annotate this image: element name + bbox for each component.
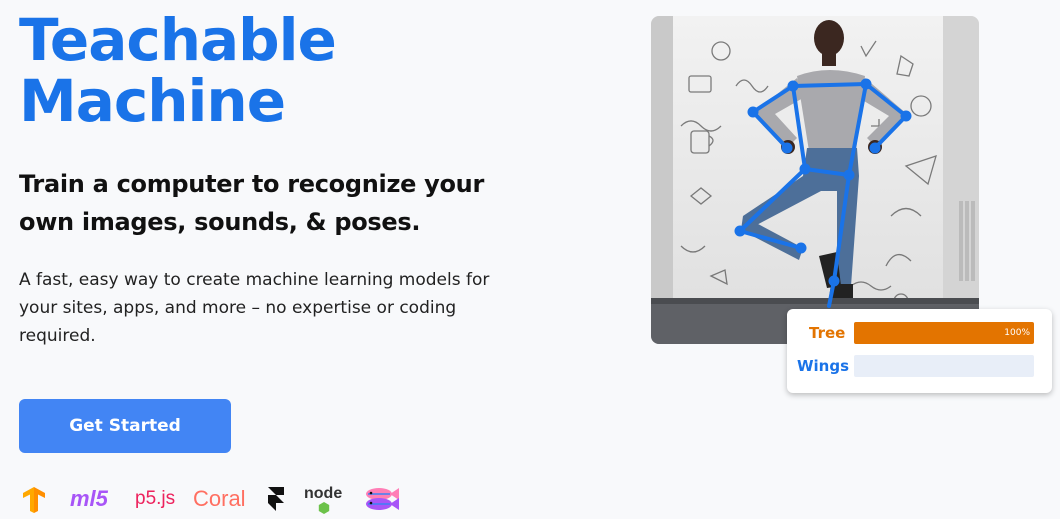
framer-logo-icon[interactable] [268, 483, 284, 515]
prediction-row-tree: Tree 100% [787, 322, 1052, 344]
get-started-button[interactable]: Get Started [19, 399, 231, 453]
prediction-label-tree: Tree [809, 324, 846, 342]
prediction-row-wings: Wings [787, 355, 1052, 377]
ml5-logo-text: ml5 [70, 486, 108, 511]
prediction-bar-tree: 100% [854, 322, 1034, 344]
node-logo-text: node [304, 485, 343, 502]
p5js-logo[interactable]: p5.js [135, 483, 175, 515]
pose-photo [651, 16, 979, 344]
tensorflow-logo-icon[interactable] [22, 483, 46, 515]
prediction-bar-wings [854, 355, 1034, 377]
hero-description: A fast, easy way to create machine learn… [19, 270, 490, 346]
p5js-logo-text: p5.js [135, 488, 176, 509]
hero-subtitle: Train a computer to recognize your own i… [19, 170, 485, 236]
glitch-fish-logo-icon[interactable] [362, 483, 400, 515]
coral-logo[interactable]: Coral [193, 483, 246, 515]
page-title: Teachable Machine [19, 6, 337, 135]
coral-logo-text: Coral [193, 486, 246, 511]
prediction-card: Tree 100% Wings [787, 309, 1052, 393]
ml5-logo[interactable]: ml5 [70, 483, 108, 515]
prediction-percent-tree: 100% [1004, 328, 1030, 338]
title-line-1: Teachable [19, 6, 337, 74]
node-logo[interactable]: node [304, 483, 348, 515]
prediction-label-wings: Wings [797, 357, 850, 375]
node-hexagon-icon [318, 502, 330, 514]
title-line-2: Machine [19, 67, 286, 135]
